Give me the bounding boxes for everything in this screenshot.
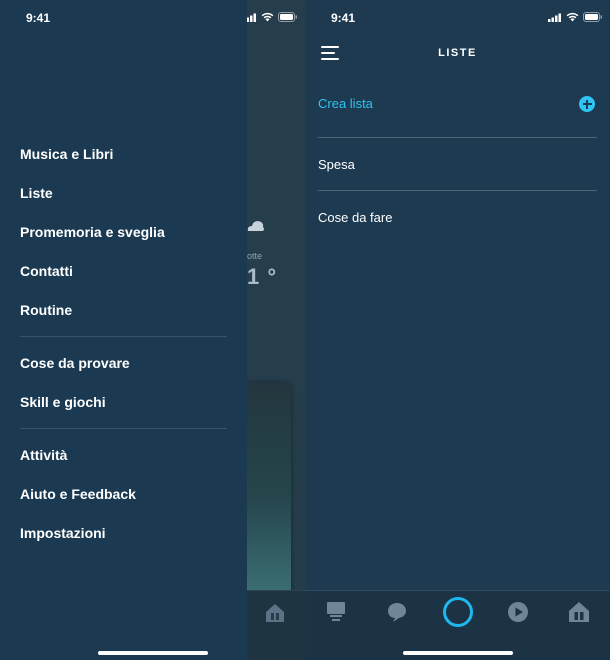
home-card[interactable] xyxy=(247,383,291,593)
home-screen-behind-drawer[interactable]: otte 1 ° xyxy=(243,0,305,660)
play-icon[interactable] xyxy=(506,600,530,624)
page-title: LISTE xyxy=(438,47,477,59)
list-item-spesa[interactable]: Spesa xyxy=(318,157,355,172)
weather-temperature: 1 ° xyxy=(247,264,278,289)
status-time: 9:41 xyxy=(26,11,51,25)
devices-icon[interactable] xyxy=(567,600,591,624)
status-bar: 9:41 xyxy=(0,0,247,36)
bottom-tab-bar xyxy=(305,590,610,660)
cloud-icon xyxy=(247,221,264,231)
menu-item-skill-e-giochi[interactable]: Skill e giochi xyxy=(20,394,106,410)
signal-icon xyxy=(548,13,561,22)
menu-item-attivita[interactable]: Attività xyxy=(20,447,67,463)
menu-item-routine[interactable]: Routine xyxy=(20,302,72,318)
battery-icon xyxy=(583,12,602,22)
wifi-icon xyxy=(566,12,579,22)
chat-icon[interactable] xyxy=(385,600,409,624)
list-divider xyxy=(318,137,597,138)
menu-item-contatti[interactable]: Contatti xyxy=(20,263,73,279)
menu-item-aiuto-e-feedback[interactable]: Aiuto e Feedback xyxy=(20,486,136,502)
left-phone-screen: otte 1 ° 9:41 Musica e Libri Liste Prome… xyxy=(0,0,305,660)
menu-divider xyxy=(20,336,227,337)
alexa-icon[interactable] xyxy=(443,597,473,627)
list-divider xyxy=(318,190,597,191)
menu-item-liste[interactable]: Liste xyxy=(20,185,53,201)
home-indicator[interactable] xyxy=(98,651,208,655)
battery-icon xyxy=(278,12,297,22)
menu-item-cose-da-provare[interactable]: Cose da provare xyxy=(20,355,130,371)
home-indicator[interactable] xyxy=(403,651,513,655)
menu-item-musica-e-libri[interactable]: Musica e Libri xyxy=(20,146,113,162)
status-bar: 9:41 xyxy=(305,0,610,36)
navigation-drawer: 9:41 Musica e Libri Liste Promemoria e s… xyxy=(0,0,247,660)
status-icons xyxy=(548,12,603,22)
home-icon[interactable] xyxy=(324,600,348,624)
list-item-cose-da-fare[interactable]: Cose da fare xyxy=(318,210,392,225)
menu-item-impostazioni[interactable]: Impostazioni xyxy=(20,525,106,541)
status-icons xyxy=(243,12,298,22)
wifi-icon xyxy=(261,12,274,22)
create-list-link[interactable]: Crea lista xyxy=(318,96,373,111)
bottom-tab-bar xyxy=(247,590,305,660)
right-phone-screen: 9:41 LISTE Crea lista Spesa Cose da fare xyxy=(305,0,610,660)
devices-icon[interactable] xyxy=(264,602,286,624)
menu-divider xyxy=(20,428,227,429)
add-list-button[interactable] xyxy=(579,96,595,112)
weather-label: otte xyxy=(247,251,263,261)
menu-item-promemoria-e-sveglia[interactable]: Promemoria e sveglia xyxy=(20,224,165,240)
status-time: 9:41 xyxy=(331,11,356,25)
